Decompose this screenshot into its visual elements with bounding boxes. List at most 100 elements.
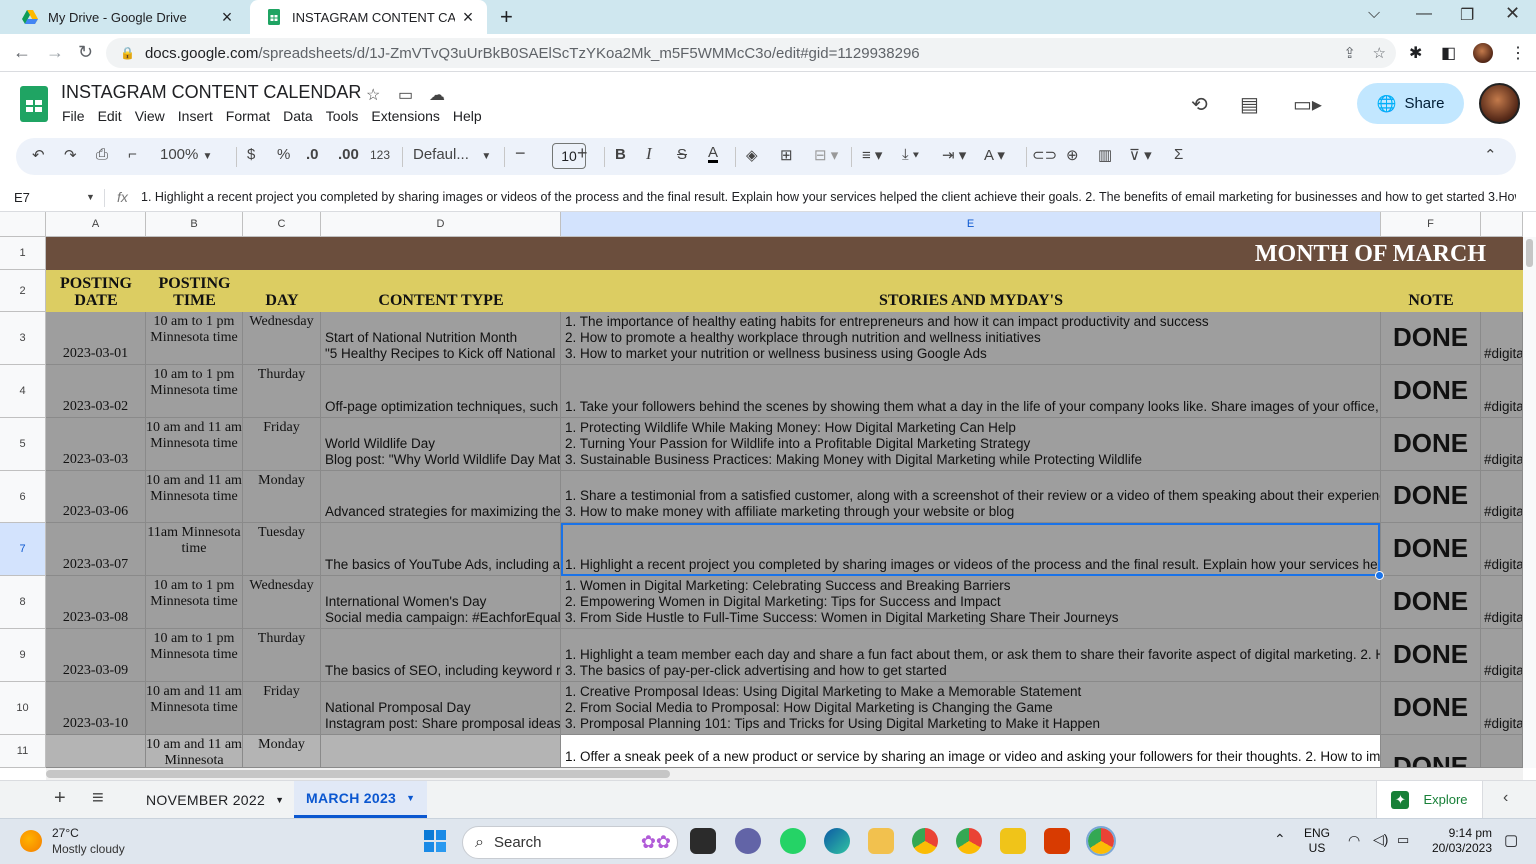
new-tab-icon[interactable]: + bbox=[500, 4, 513, 30]
sheet-tab-november[interactable]: NOVEMBER 2022 ▼ bbox=[134, 781, 296, 818]
edge-browser-icon[interactable] bbox=[824, 828, 850, 854]
note-cell[interactable]: DONE bbox=[1381, 682, 1481, 734]
sheet-tab-march[interactable]: MARCH 2023 ▼ bbox=[294, 781, 428, 818]
content-type-cell[interactable]: Advanced strategies for maximizing the bbox=[321, 471, 561, 522]
all-sheets-button[interactable]: ≡ bbox=[92, 787, 104, 810]
paint-format-icon[interactable]: ⌐ bbox=[128, 146, 137, 163]
browser-profile-avatar[interactable] bbox=[1471, 41, 1495, 65]
clock[interactable]: 9:14 pm 20/03/2023 bbox=[1428, 826, 1492, 856]
row-header[interactable]: 11 bbox=[0, 735, 46, 768]
collapse-toolbar-icon[interactable]: ⌃ bbox=[1484, 146, 1497, 164]
account-avatar[interactable] bbox=[1479, 83, 1520, 124]
content-type-cell[interactable]: The basics of SEO, including keyword re bbox=[321, 629, 561, 681]
vertical-align-icon[interactable]: ⤓ ▾ bbox=[902, 146, 919, 163]
comments-icon[interactable]: ▤ bbox=[1240, 92, 1259, 117]
row-header[interactable]: 4 bbox=[0, 365, 46, 418]
move-folder-icon[interactable]: ▭ bbox=[398, 85, 413, 105]
browser-tab-sheet[interactable]: INSTAGRAM CONTENT CALENDAR × bbox=[250, 0, 487, 34]
posting-date-cell[interactable]: 2023-03-02 bbox=[46, 365, 146, 417]
note-cell[interactable]: DONE bbox=[1381, 735, 1481, 767]
bold-button[interactable]: B bbox=[615, 146, 626, 163]
meet-video-icon[interactable]: ▭▸ bbox=[1293, 92, 1322, 117]
stories-cell[interactable]: 1. Highlight a recent project you comple… bbox=[561, 523, 1381, 575]
strikethrough-button[interactable]: S bbox=[677, 146, 687, 163]
hashtag-cell[interactable]: #digita bbox=[1481, 576, 1523, 628]
share-page-icon[interactable]: ⇪ bbox=[1343, 44, 1356, 62]
side-panel-collapse-icon[interactable]: ‹ bbox=[1503, 789, 1508, 807]
day-cell[interactable]: Friday bbox=[243, 682, 321, 734]
borders-icon[interactable]: ⊞ bbox=[780, 146, 793, 164]
column-header-a[interactable]: A bbox=[46, 212, 146, 237]
row-header[interactable]: 3 bbox=[0, 312, 46, 365]
restore-icon[interactable]: ❐ bbox=[1460, 5, 1474, 25]
posting-date-cell[interactable]: 2023-03-08 bbox=[46, 576, 146, 628]
task-view-icon[interactable] bbox=[690, 828, 716, 854]
posting-date-cell[interactable]: 2023-03-01 bbox=[46, 312, 146, 364]
posting-date-cell[interactable]: 2023-03-03 bbox=[46, 418, 146, 470]
insert-chart-icon[interactable]: ▥ bbox=[1098, 146, 1112, 164]
posting-time-cell[interactable]: 10 am and 11 am Minnesota time bbox=[146, 682, 243, 734]
zoom-select[interactable]: 100% ▼ bbox=[160, 146, 212, 163]
column-header-g[interactable] bbox=[1481, 212, 1523, 237]
hashtag-cell[interactable]: #digita bbox=[1481, 365, 1523, 417]
note-cell[interactable]: DONE bbox=[1381, 365, 1481, 417]
insert-link-icon[interactable]: ⊂⊃ bbox=[1032, 146, 1057, 164]
chrome-icon[interactable] bbox=[912, 828, 938, 854]
wifi-icon[interactable]: ◠ bbox=[1348, 832, 1360, 849]
star-icon[interactable]: ☆ bbox=[366, 85, 380, 105]
day-cell[interactable]: Friday bbox=[243, 418, 321, 470]
add-sheet-button[interactable]: + bbox=[54, 787, 66, 810]
menu-edit[interactable]: Edit bbox=[98, 108, 122, 124]
posting-date-cell[interactable]: 2023-03-06 bbox=[46, 471, 146, 522]
whatsapp-icon[interactable] bbox=[780, 828, 806, 854]
currency-format-button[interactable]: $ bbox=[247, 146, 255, 163]
menu-data[interactable]: Data bbox=[283, 108, 313, 124]
teams-chat-icon[interactable] bbox=[735, 828, 761, 854]
percent-format-button[interactable]: % bbox=[277, 146, 290, 163]
column-header-e[interactable]: E bbox=[561, 212, 1381, 237]
url-bar[interactable]: 🔒 docs.google.com/spreadsheets/d/1J-ZmVT… bbox=[106, 38, 1396, 68]
undo-icon[interactable]: ↶ bbox=[32, 146, 45, 164]
posting-date-cell[interactable] bbox=[46, 735, 146, 767]
stories-cell[interactable]: 1. Women in Digital Marketing: Celebrati… bbox=[561, 576, 1381, 628]
day-cell[interactable]: Thurday bbox=[243, 629, 321, 681]
column-header-c[interactable]: C bbox=[243, 212, 321, 237]
increase-font-size-icon[interactable]: + bbox=[577, 143, 588, 164]
stories-cell[interactable]: 1. Creative Promposal Ideas: Using Digit… bbox=[561, 682, 1381, 734]
header-posting-date[interactable]: POSTING DATE bbox=[46, 270, 146, 312]
header-stories[interactable]: STORIES AND MYDAY'S bbox=[561, 270, 1381, 312]
formula-input[interactable]: 1. Highlight a recent project you comple… bbox=[141, 190, 1516, 204]
browser-tab-drive[interactable]: My Drive - Google Drive × bbox=[6, 0, 246, 34]
note-cell[interactable]: DONE bbox=[1381, 629, 1481, 681]
decrease-decimal-button[interactable]: .0 bbox=[306, 146, 319, 163]
day-cell[interactable]: Monday bbox=[243, 735, 321, 767]
document-title[interactable]: INSTAGRAM CONTENT CALENDAR bbox=[61, 82, 361, 103]
text-wrapping-icon[interactable]: ⇥ ▾ bbox=[942, 146, 966, 164]
insert-comment-icon[interactable]: ⊕ bbox=[1066, 146, 1079, 164]
explore-button[interactable]: ✦ Explore bbox=[1376, 781, 1483, 818]
print-icon[interactable]: ⎙ bbox=[96, 146, 108, 163]
menu-format[interactable]: Format bbox=[226, 108, 270, 124]
menu-view[interactable]: View bbox=[135, 108, 165, 124]
hashtag-cell[interactable]: #digita bbox=[1481, 418, 1523, 470]
horizontal-align-icon[interactable]: ≡ ▾ bbox=[862, 146, 882, 164]
side-panel-icon[interactable]: ◧ bbox=[1441, 43, 1456, 63]
column-header-d[interactable]: D bbox=[321, 212, 561, 237]
fill-color-icon[interactable]: ◈ bbox=[746, 146, 758, 164]
posting-time-cell[interactable]: 10 am to 1 pm Minnesota time bbox=[146, 576, 243, 628]
posting-date-cell[interactable]: 2023-03-10 bbox=[46, 682, 146, 734]
version-history-icon[interactable]: ⟲ bbox=[1191, 92, 1208, 117]
extensions-puzzle-icon[interactable]: ✱ bbox=[1409, 43, 1422, 63]
note-cell[interactable]: DONE bbox=[1381, 523, 1481, 575]
text-color-button[interactable]: A bbox=[708, 145, 719, 163]
language-indicator[interactable]: ENG US bbox=[1304, 826, 1330, 856]
file-explorer-icon[interactable] bbox=[868, 828, 894, 854]
content-type-cell[interactable]: Start of National Nutrition Month "5 Heal… bbox=[321, 312, 561, 364]
close-window-icon[interactable]: ✕ bbox=[1505, 3, 1520, 24]
row-header[interactable]: 1 bbox=[0, 237, 46, 270]
weather-widget[interactable]: 27°C Mostly cloudy bbox=[20, 825, 125, 857]
note-cell[interactable]: DONE bbox=[1381, 418, 1481, 470]
posting-date-cell[interactable]: 2023-03-07 bbox=[46, 523, 146, 575]
stories-cell[interactable]: 1. Take your followers behind the scenes… bbox=[561, 365, 1381, 417]
cloud-status-icon[interactable]: ☁ bbox=[429, 85, 445, 105]
